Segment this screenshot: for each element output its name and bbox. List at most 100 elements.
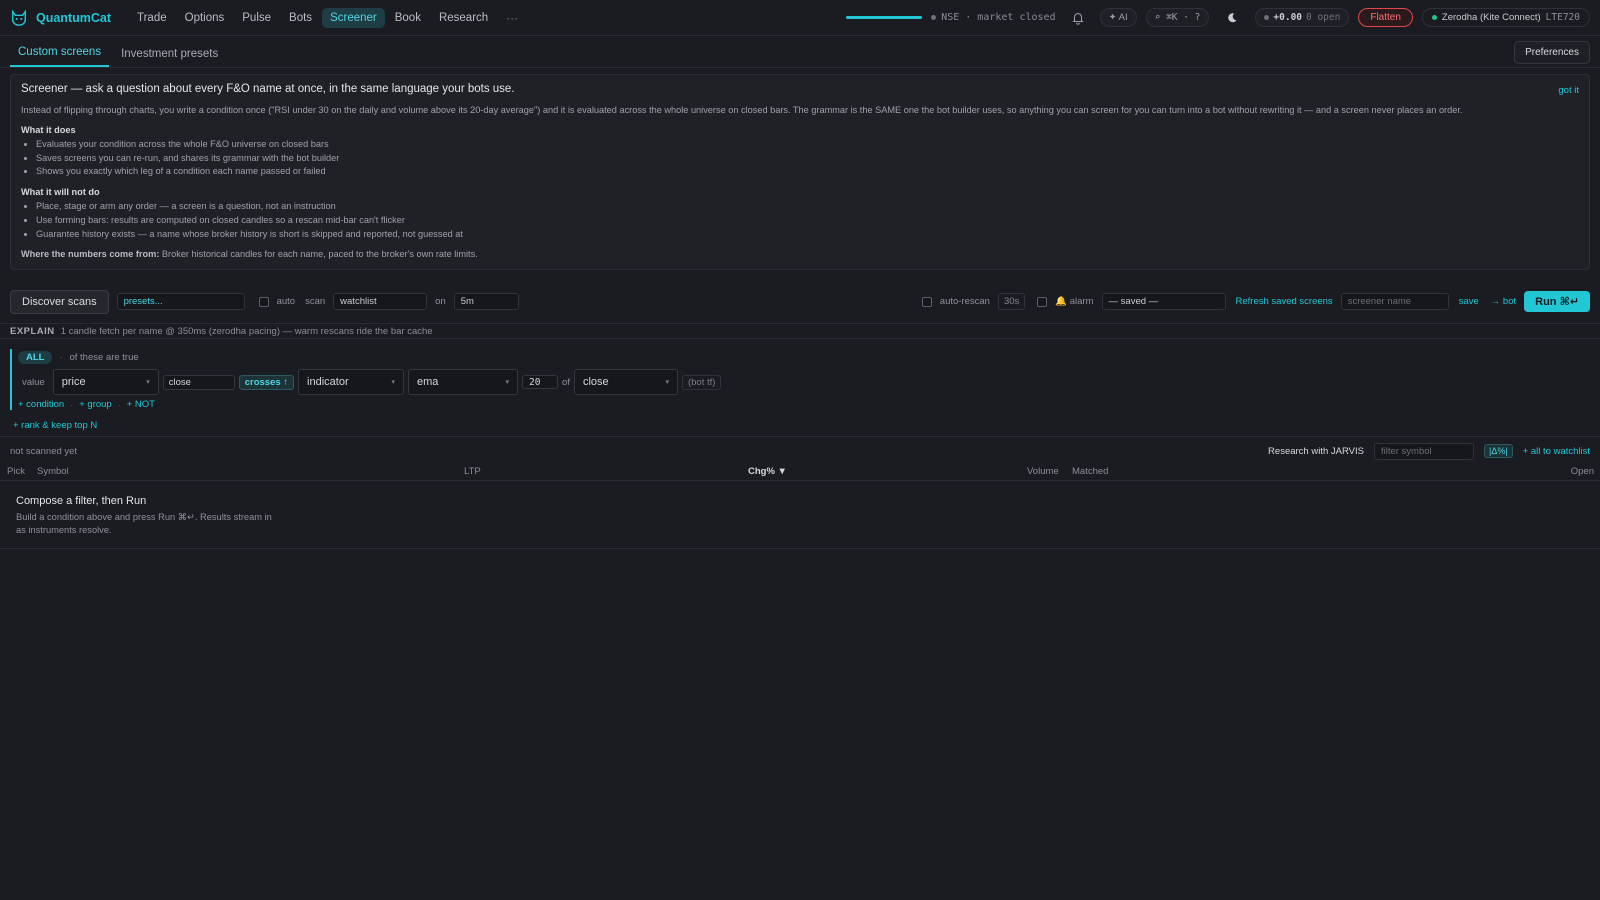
rescan-interval-input[interactable]: 30s <box>997 293 1026 310</box>
does-heading: What it does <box>21 125 76 135</box>
market-status-dot <box>931 15 937 20</box>
nav-item-options[interactable]: Options <box>177 8 233 28</box>
app-logo[interactable]: QuantumCat <box>10 9 111 27</box>
column-volume[interactable]: Volume <box>1027 466 1059 477</box>
to-bot-link[interactable]: → bot <box>1491 296 1516 307</box>
discover-scans-button[interactable]: Discover scans <box>10 289 109 314</box>
command-palette-button[interactable]: ⌕ ⌘K · ? <box>1145 8 1210 27</box>
scan-progress-bar <box>846 16 923 19</box>
filter-symbol-input[interactable]: filter symbol <box>1373 442 1474 460</box>
operator-select[interactable]: crosses ↑ <box>238 374 295 390</box>
ai-button[interactable]: ✦ AI <box>1099 8 1137 27</box>
column-pick[interactable]: Pick <box>7 466 25 477</box>
dismiss-intro-link[interactable]: got it <box>1558 85 1579 96</box>
screener-tabs: Custom screens Investment presets Prefer… <box>0 36 1600 68</box>
left-operand-value: price <box>61 376 86 388</box>
screener-name-input[interactable]: screener name <box>1340 293 1449 310</box>
cat-icon <box>11 9 27 26</box>
scan-label: scan <box>305 296 326 307</box>
bell-icon[interactable] <box>1071 11 1085 25</box>
scan-universe-select[interactable]: watchlist <box>333 293 428 310</box>
chevron-down-icon: ▾ <box>391 379 396 386</box>
saved-screens-select[interactable]: — saved — <box>1101 293 1226 310</box>
timeframe-select[interactable]: 5m <box>453 293 519 310</box>
results-empty-state: Compose a filter, then Run Build a condi… <box>0 481 1600 549</box>
app-name: QuantumCat <box>36 10 111 25</box>
add-not-link[interactable]: + NOT <box>127 399 155 410</box>
alarm-checkbox[interactable] <box>1037 296 1048 307</box>
indicator-select[interactable]: ema ▾ <box>408 369 519 395</box>
column-open[interactable]: Open <box>1571 466 1594 477</box>
nav-item-bots[interactable]: Bots <box>281 8 320 28</box>
pnl-pill[interactable]: +0.00 0 open <box>1255 8 1350 27</box>
broker-status[interactable]: Zerodha (Kite Connect) LTE720 <box>1421 8 1590 27</box>
add-group-link[interactable]: + group <box>79 399 112 410</box>
intro-body: Instead of flipping through charts, you … <box>21 105 1463 115</box>
market-status-text: NSE · market closed <box>941 12 1056 23</box>
tab-investment-presets[interactable]: Investment presets <box>113 48 226 67</box>
account-id: LTE720 <box>1545 12 1580 23</box>
condition-builder: ALL · of these are true value price ▾ clo… <box>0 339 1600 437</box>
market-status: NSE · market closed <box>931 12 1056 23</box>
left-source-select[interactable]: close <box>162 374 235 390</box>
data-source-note: Where the numbers come from: Broker hist… <box>21 249 1579 259</box>
run-button[interactable]: Run ⌘↵ <box>1524 291 1590 312</box>
group-mode-toggle[interactable]: ALL <box>18 350 53 364</box>
data-source-label: Where the numbers come from: <box>21 249 160 260</box>
save-link[interactable]: save <box>1459 296 1479 307</box>
tab-custom-screens[interactable]: Custom screens <box>10 46 110 67</box>
column-matched[interactable]: Matched <box>1072 466 1108 477</box>
indicator-source-value: close <box>582 376 609 388</box>
rank-keep-top-link[interactable]: + rank & keep top N <box>10 420 1590 431</box>
nav-item-book[interactable]: Book <box>387 8 429 28</box>
list-item: Place, stage or arm any order — a screen… <box>36 200 1579 214</box>
chevron-down-icon: ▾ <box>146 379 150 386</box>
moon-icon[interactable] <box>1226 12 1238 24</box>
right-operand-select[interactable]: indicator ▾ <box>298 369 405 395</box>
refresh-saved-screens-link[interactable]: Refresh saved screens <box>1236 296 1333 307</box>
auto-rescan-checkbox[interactable] <box>921 296 932 307</box>
separator-dot: · <box>117 399 121 410</box>
period-input[interactable]: 20 <box>522 375 559 389</box>
not-list: Place, stage or arm any order — a screen… <box>21 200 1579 241</box>
not-heading: What it will not do <box>21 187 100 198</box>
list-item: Use forming bars: results are computed o… <box>36 214 1579 228</box>
alarm-label: 🔔 alarm <box>1055 296 1094 307</box>
list-item: Evaluates your condition across the whol… <box>36 138 1579 152</box>
on-label: on <box>435 296 446 307</box>
nav-item-screener[interactable]: Screener <box>322 7 385 28</box>
broker-name: Zerodha (Kite Connect) <box>1441 12 1541 23</box>
left-operand-select[interactable]: price ▾ <box>52 369 159 395</box>
add-controls: + condition · + group · + NOT <box>18 399 1590 410</box>
preferences-button[interactable]: Preferences <box>1514 41 1590 64</box>
explain-label: EXPLAIN <box>10 325 55 337</box>
chevron-down-icon: ▾ <box>505 379 510 386</box>
separator-dot: · <box>70 399 74 410</box>
nav-item-research[interactable]: Research <box>431 8 496 28</box>
broker-connected-dot <box>1431 15 1437 20</box>
value-label: value <box>22 376 45 388</box>
column-change-pct[interactable]: Chg% ▼ <box>748 466 787 477</box>
auto-checkbox[interactable] <box>258 296 269 307</box>
auto-label: auto <box>276 296 296 307</box>
nav-more-button[interactable]: ··· <box>498 7 526 29</box>
presets-select[interactable]: presets... <box>116 293 245 310</box>
research-jarvis-button[interactable]: Research with JARVIS <box>1268 446 1364 457</box>
indicator-value: ema <box>417 376 439 388</box>
of-label: of <box>562 376 570 388</box>
column-symbol[interactable]: Symbol <box>37 466 69 477</box>
nav-item-trade[interactable]: Trade <box>129 8 175 28</box>
abs-change-toggle[interactable]: |Δ%| <box>1483 444 1513 458</box>
column-ltp[interactable]: LTP <box>464 466 481 477</box>
timeframe-hint[interactable]: (bot tf) <box>681 374 722 390</box>
add-condition-link[interactable]: + condition <box>18 399 64 410</box>
open-count: 0 open <box>1306 12 1341 23</box>
nav-item-pulse[interactable]: Pulse <box>234 8 279 28</box>
does-list: Evaluates your condition across the whol… <box>21 138 1579 179</box>
add-all-to-watchlist-link[interactable]: + all to watchlist <box>1523 446 1590 457</box>
indicator-source-select[interactable]: close ▾ <box>573 369 678 395</box>
data-source-text: Broker historical candles for each name,… <box>161 249 478 260</box>
flatten-button[interactable]: Flatten <box>1358 8 1413 27</box>
top-bar: QuantumCat Trade Options Pulse Bots Scre… <box>0 0 1600 36</box>
results-header: not scanned yet Research with JARVIS fil… <box>0 439 1600 463</box>
